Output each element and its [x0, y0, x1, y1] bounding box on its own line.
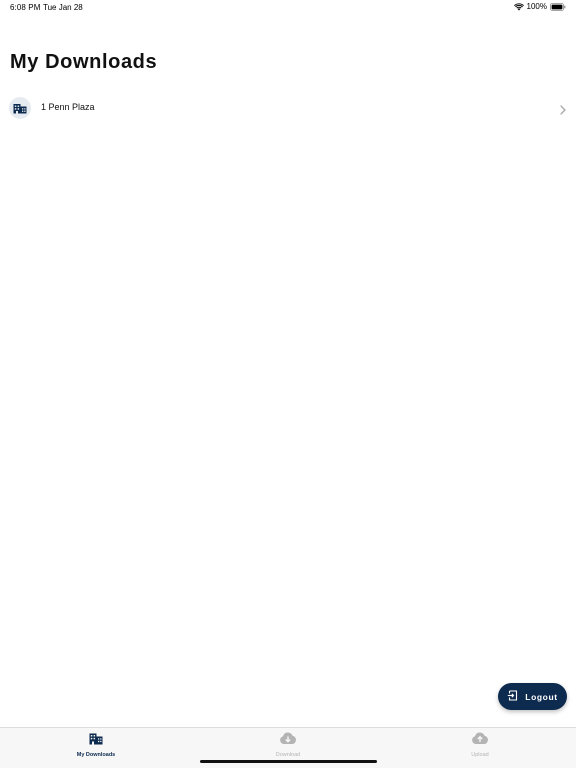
tab-upload[interactable]: Upload	[430, 732, 530, 760]
cloud-download-icon	[279, 732, 297, 750]
list-item-label: 1 Penn Plaza	[41, 102, 95, 112]
screen: 6:08 PM Tue Jan 28 100% My Downloads 1 P…	[0, 0, 576, 768]
chevron-right-icon	[560, 102, 566, 120]
logout-icon	[507, 688, 518, 706]
battery-percent: 100%	[526, 2, 547, 11]
status-time: 6:08 PM	[10, 3, 41, 12]
tab-download[interactable]: Download	[238, 732, 338, 760]
tab-label: Upload	[471, 752, 489, 758]
home-indicator	[200, 760, 377, 763]
tab-label: Download	[275, 752, 301, 758]
cloud-upload-icon	[471, 732, 489, 750]
building-icon	[89, 732, 103, 750]
status-indicators: 100%	[513, 2, 566, 11]
logout-button[interactable]: Logout	[498, 683, 567, 710]
tab-label: My Downloads	[76, 752, 116, 758]
status-bar: 6:08 PM Tue Jan 28 100%	[0, 0, 576, 14]
page-title: My Downloads	[10, 51, 158, 73]
status-date: Tue Jan 28	[43, 3, 83, 12]
tab-my-downloads[interactable]: My Downloads	[46, 732, 146, 760]
battery-icon	[550, 2, 566, 11]
logout-label: Logout	[525, 691, 558, 702]
wifi-icon	[513, 2, 524, 11]
building-icon	[9, 97, 31, 119]
list-item-1-penn-plaza[interactable]: 1 Penn Plaza	[0, 96, 576, 120]
